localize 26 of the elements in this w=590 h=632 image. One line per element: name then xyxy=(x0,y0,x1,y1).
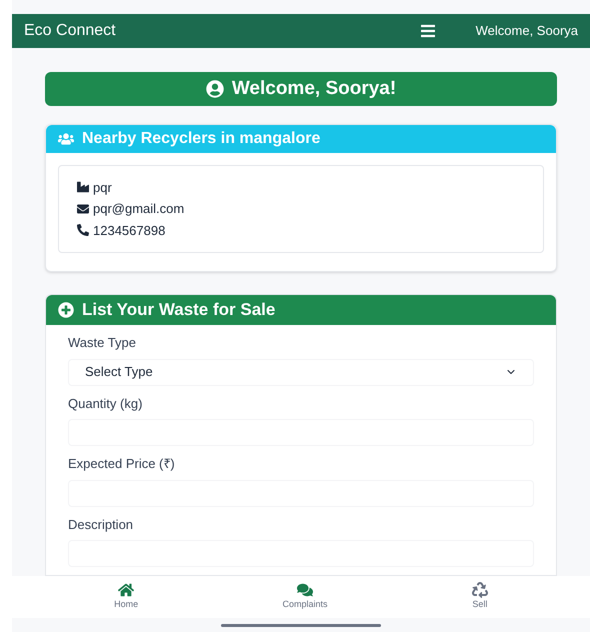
nav-tab[interactable]: Complaints xyxy=(282,582,328,612)
recycle-icon xyxy=(472,582,488,598)
nav-tab[interactable]: Home xyxy=(114,582,138,612)
welcome-title: Welcome, Soorya! xyxy=(232,76,396,100)
factory-icon xyxy=(77,181,89,194)
recycler-email: pqr@gmail.com xyxy=(93,200,184,218)
plus-icon xyxy=(58,302,74,318)
home-icon xyxy=(118,582,134,598)
card-title: Nearby Recyclers in mangalore xyxy=(82,128,320,148)
nav-tab[interactable]: Sell xyxy=(472,582,488,612)
field-label: Quantity (kg) xyxy=(68,394,144,413)
menu-button[interactable] xyxy=(420,23,436,39)
envelope-icon xyxy=(77,202,89,215)
chat-icon xyxy=(297,582,313,598)
phone-icon xyxy=(77,224,89,236)
greeting-text: Welcome, Soorya xyxy=(476,22,578,40)
field-label: Expected Price (₹) xyxy=(68,455,176,473)
select-field[interactable]: Select Type xyxy=(68,358,534,386)
field-label: Waste Type xyxy=(68,334,137,352)
recycler-phone: 1234567898 xyxy=(93,222,166,240)
brand-title[interactable]: Eco Connect xyxy=(24,19,116,43)
card-title: List Your Waste for Sale xyxy=(82,299,276,322)
users-icon xyxy=(58,130,74,146)
recycler-name: pqr xyxy=(93,178,112,197)
user-icon xyxy=(206,80,224,98)
field-label: Description xyxy=(68,516,134,534)
